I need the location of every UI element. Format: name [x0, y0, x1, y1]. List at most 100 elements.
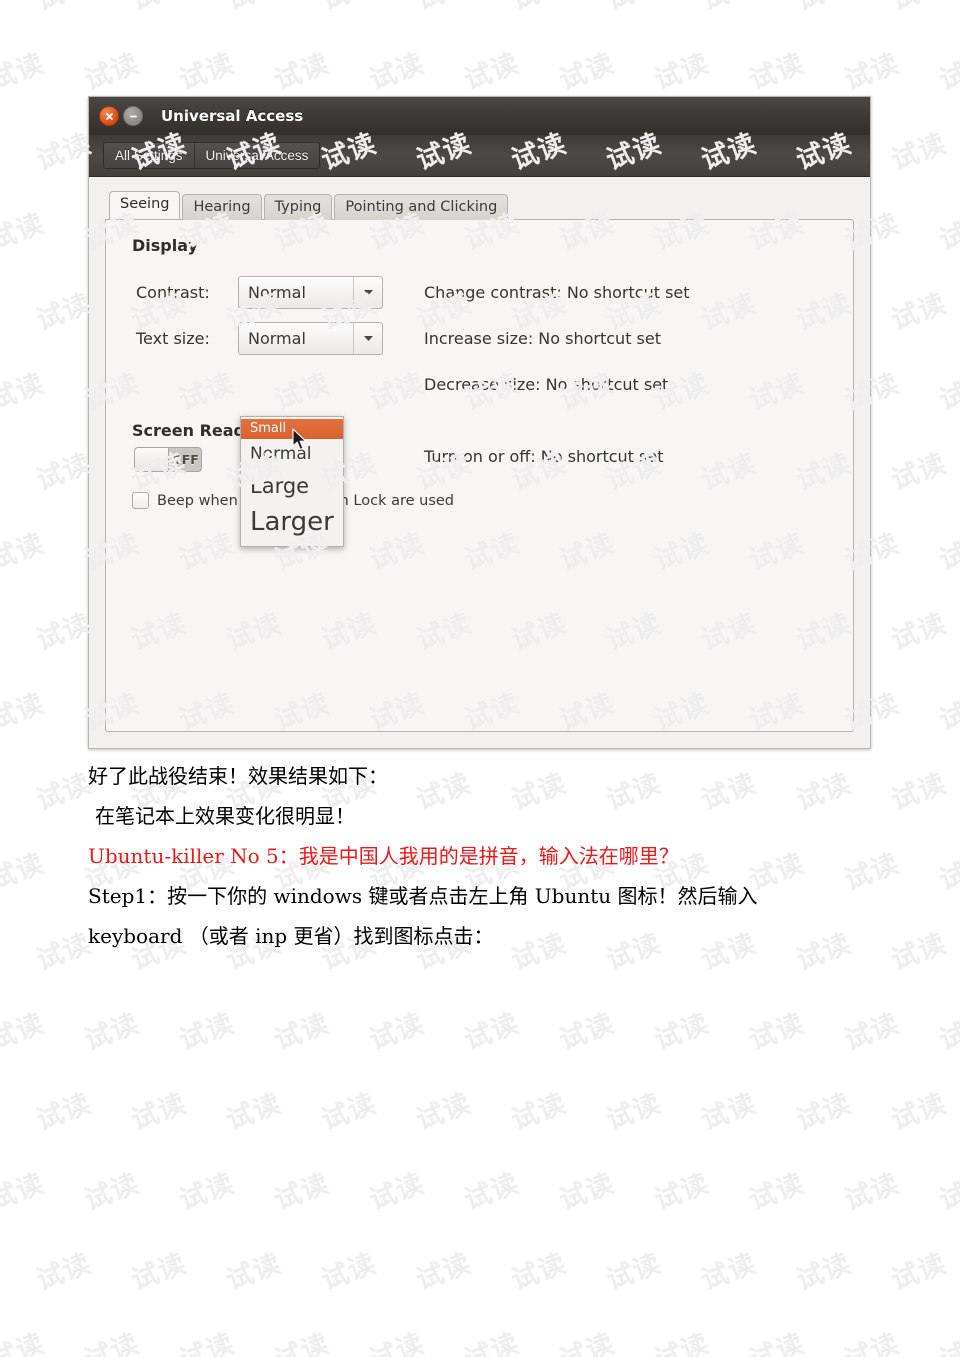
watermark-text: 试读 [887, 1248, 951, 1297]
watermark-text: 试读 [32, 1248, 96, 1297]
watermark-text: 试读 [507, 1248, 571, 1297]
watermark-text: 试读 [0, 1082, 1, 1138]
doc-line-4: Step1：按一下你的 windows 键或者点击左上角 Ubuntu 图标！然… [88, 884, 758, 908]
watermark-text: 试读 [317, 1248, 381, 1297]
watermark-text: 试读 [32, 768, 96, 817]
watermark-text: 试读 [32, 608, 96, 657]
doc-line-1: 好了此战役结束！效果结果如下： [88, 764, 388, 788]
window-content-area: Seeing Hearing Typing Pointing and Click… [89, 177, 870, 748]
watermark-text: 试读 [602, 1088, 666, 1137]
watermark-text: 试读 [600, 0, 666, 17]
watermark-text: 试读 [885, 0, 951, 17]
change-contrast-shortcut: Change contrast: No shortcut set [424, 282, 690, 302]
watermark-text: 试读 [79, 1008, 144, 1057]
window-toolbar: All Settings Universal Access [89, 135, 870, 177]
watermark-text: 试读 [507, 1088, 571, 1137]
window-title-bar: Universal Access [89, 97, 870, 135]
dropdown-option-normal[interactable]: Normal [241, 439, 343, 467]
watermark-text: 试读 [32, 928, 96, 977]
screen-reader-block: Screen Reader OFF Turn on or off: No sho… [124, 421, 835, 472]
watermark-text: 试读 [127, 1248, 191, 1297]
watermark-text: 试读 [125, 0, 191, 17]
watermark-text: 试读 [222, 1088, 286, 1137]
watermark-text: 试读 [744, 1008, 809, 1057]
watermark-text: 试读 [364, 1168, 429, 1217]
watermark-text: 试读 [79, 48, 144, 97]
watermark-text: 试读 [0, 208, 49, 257]
tab-hearing[interactable]: Hearing [182, 194, 262, 220]
watermark-text: 试读 [0, 602, 1, 658]
contrast-row: Contrast: Normal Change contrast: No sho… [124, 269, 835, 315]
turn-on-or-off-shortcut: Turn on or off: No shortcut set [424, 447, 664, 466]
watermark-text: 试读 [744, 1328, 809, 1357]
watermark-text: 试读 [887, 928, 951, 977]
all-settings-button[interactable]: All Settings [104, 143, 194, 168]
watermark-text: 试读 [505, 0, 571, 17]
watermark-text: 试读 [649, 48, 714, 97]
watermark-text: 试读 [32, 288, 96, 337]
doc-line-5: keyboard （或者 inp 更省）找到图标点击： [88, 924, 494, 948]
watermark-text: 试读 [839, 1008, 904, 1057]
watermark-text: 试读 [364, 1008, 429, 1057]
watermark-text: 试读 [839, 48, 904, 97]
document-text-block: 好了此战役结束！效果结果如下： 在笔记本上效果变化很明显！ Ubuntu-kil… [88, 756, 878, 956]
watermark-text: 试读 [554, 1168, 619, 1217]
contrast-combobox[interactable]: Normal [238, 275, 383, 309]
watermark-text: 试读 [174, 48, 239, 97]
close-icon[interactable] [99, 106, 119, 126]
watermark-text: 试读 [32, 128, 96, 177]
watermark-text: 试读 [0, 1328, 49, 1357]
watermark-text: 试读 [269, 1008, 334, 1057]
dropdown-option-large[interactable]: Large [241, 468, 343, 501]
watermark-text: 试读 [839, 1328, 904, 1357]
watermark-text: 试读 [790, 0, 856, 17]
screen-reader-toggle[interactable]: OFF [134, 447, 202, 472]
watermark-text: 试读 [459, 1328, 524, 1357]
watermark-text: 试读 [934, 1168, 960, 1217]
doc-line-2: 在笔记本上效果变化很明显！ [95, 804, 355, 828]
tab-bar: Seeing Hearing Typing Pointing and Click… [105, 191, 854, 220]
watermark-text: 试读 [887, 768, 951, 817]
watermark-text: 试读 [269, 48, 334, 97]
watermark-text: 试读 [887, 128, 951, 177]
decrease-size-shortcut: Decrease size: No shortcut set [424, 374, 669, 394]
watermark-text: 试读 [364, 1328, 429, 1357]
text-size-row: Text size: Normal Increase size: No shor… [124, 315, 835, 361]
watermark-text: 试读 [174, 1008, 239, 1057]
breadcrumb: All Settings Universal Access [103, 142, 321, 169]
watermark-text: 试读 [220, 0, 286, 17]
watermark-text: 试读 [649, 1328, 714, 1357]
watermark-text: 试读 [0, 1008, 49, 1057]
tab-pointing-and-clicking[interactable]: Pointing and Clicking [334, 194, 509, 220]
tab-typing[interactable]: Typing [263, 194, 333, 220]
beep-checkbox[interactable] [132, 492, 149, 509]
watermark-text: 试读 [32, 1088, 96, 1137]
watermark-text: 试读 [0, 122, 1, 178]
watermark-text: 试读 [30, 0, 96, 17]
watermark-text: 试读 [934, 1328, 960, 1357]
watermark-text: 试读 [554, 1008, 619, 1057]
dropdown-option-larger[interactable]: Larger [241, 501, 343, 541]
watermark-text: 试读 [32, 448, 96, 497]
text-size-combobox[interactable]: Normal [238, 321, 383, 355]
watermark-text: 试读 [887, 1088, 951, 1137]
screen-reader-heading: Screen Reader [132, 421, 264, 440]
seeing-tab-panel: Display Contrast: Normal Change contrast… [105, 219, 854, 732]
universal-access-button[interactable]: Universal Access [193, 143, 320, 168]
watermark-text: 试读 [222, 1248, 286, 1297]
watermark-text: 试读 [602, 1248, 666, 1297]
watermark-text: 试读 [0, 688, 49, 737]
watermark-text: 试读 [792, 1248, 856, 1297]
window-title: Universal Access [161, 107, 304, 125]
minimize-icon[interactable] [123, 106, 143, 126]
watermark-text: 试读 [412, 1248, 476, 1297]
text-size-dropdown-list[interactable]: Small Normal Large Larger [240, 416, 344, 548]
dropdown-option-small[interactable]: Small [241, 419, 343, 440]
tab-seeing[interactable]: Seeing [109, 191, 181, 219]
watermark-text: 试读 [0, 0, 1, 17]
watermark-text: 试读 [174, 1168, 239, 1217]
watermark-text: 试读 [459, 1168, 524, 1217]
watermark-text: 试读 [934, 48, 960, 97]
beep-checkbox-row[interactable]: Beep when Caps and Num Lock are used [132, 492, 835, 509]
watermark-text: 试读 [697, 1088, 761, 1137]
